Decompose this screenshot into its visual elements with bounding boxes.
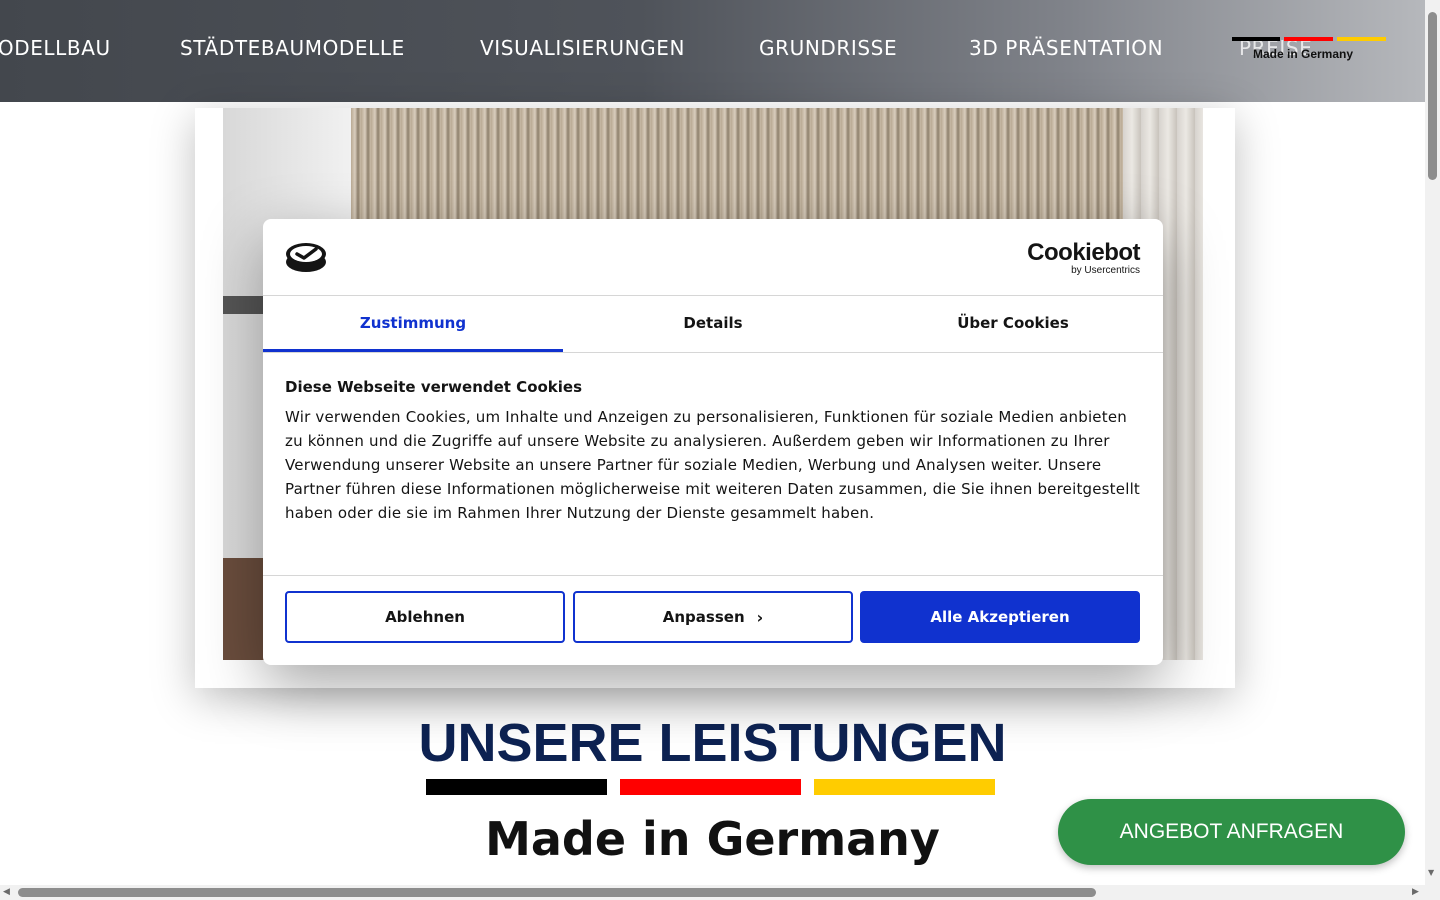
section-title: UNSERE LEISTUNGEN xyxy=(418,713,1007,773)
cookie-check-icon xyxy=(286,243,326,272)
flag-stripe-black xyxy=(1232,37,1280,41)
decline-button[interactable]: Ablehnen xyxy=(285,591,565,643)
accept-all-button-label: Alle Akzeptieren xyxy=(930,608,1070,626)
chevron-right-icon: › xyxy=(756,607,764,627)
top-navigation: MODELLBAU STÄDTEBAUMODELLE VISUALISIERUN… xyxy=(0,0,1425,102)
tab-zustimmung[interactable]: Zustimmung xyxy=(263,296,563,352)
customize-button[interactable]: Anpassen › xyxy=(573,591,853,643)
cookie-dialog-tabs: Zustimmung Details Über Cookies xyxy=(263,296,1163,353)
nav-item-visualisierungen[interactable]: VISUALISIERUNGEN xyxy=(480,36,685,60)
section-stripe-black xyxy=(426,779,607,795)
scrollbar-corner xyxy=(1425,885,1440,900)
flag-stripe-red xyxy=(1284,37,1333,41)
made-in-germany-badge-label: Made in Germany xyxy=(1253,47,1354,61)
cookie-consent-dialog: Cookiebot by Usercentrics Zustimmung Det… xyxy=(263,219,1163,665)
decline-button-label: Ablehnen xyxy=(385,608,465,626)
customize-button-label: Anpassen xyxy=(662,608,745,626)
section-stripe-red xyxy=(620,779,801,795)
nav-item-3d-praesentation[interactable]: 3D PRÄSENTATION xyxy=(969,36,1163,60)
cookie-dialog-body: Diese Webseite verwendet Cookies Wir ver… xyxy=(263,353,1163,576)
cookie-dialog-actions: Ablehnen Anpassen › Alle Akzeptieren xyxy=(263,576,1163,664)
cookie-dialog-title: Diese Webseite verwendet Cookies xyxy=(285,378,583,396)
request-quote-button-label: ANGEBOT ANFRAGEN xyxy=(1119,820,1344,843)
cookie-dialog-text: Wir verwenden Cookies, um Inhalte und An… xyxy=(285,408,1141,522)
tab-ueber-cookies[interactable]: Über Cookies xyxy=(863,296,1163,352)
scroll-right-arrow-icon[interactable]: ▶ xyxy=(1412,887,1419,897)
vertical-scrollbar-thumb[interactable] xyxy=(1428,12,1437,180)
nav-item-staedtebaumodelle[interactable]: STÄDTEBAUMODELLE xyxy=(180,36,405,60)
vertical-scrollbar[interactable]: ▼ xyxy=(1425,0,1440,885)
scroll-left-arrow-icon[interactable]: ◀ xyxy=(3,887,10,897)
cookiebot-logo-subtext: by Usercentrics xyxy=(1071,265,1140,276)
request-quote-button[interactable]: ANGEBOT ANFRAGEN xyxy=(1058,799,1405,865)
cookiebot-logo-text: Cookiebot xyxy=(1027,239,1140,266)
horizontal-scrollbar[interactable]: ◀ ▶ xyxy=(0,885,1425,900)
horizontal-scrollbar-thumb[interactable] xyxy=(18,888,1096,897)
nav-item-modellbau[interactable]: MODELLBAU xyxy=(0,36,111,60)
tab-details[interactable]: Details xyxy=(563,296,863,352)
nav-item-grundrisse[interactable]: GRUNDRISSE xyxy=(759,36,897,60)
cookiebot-logo[interactable]: Cookiebot by Usercentrics xyxy=(1027,241,1140,277)
accept-all-button[interactable]: Alle Akzeptieren xyxy=(860,591,1140,643)
hero-door-handle xyxy=(223,296,263,314)
page: MODELLBAU STÄDTEBAUMODELLE VISUALISIERUN… xyxy=(0,0,1440,900)
section-stripe-gold xyxy=(814,779,995,795)
cookie-dialog-header: Cookiebot by Usercentrics xyxy=(263,219,1163,296)
flag-stripe-gold xyxy=(1337,37,1386,41)
scroll-down-arrow-icon[interactable]: ▼ xyxy=(1428,868,1434,877)
